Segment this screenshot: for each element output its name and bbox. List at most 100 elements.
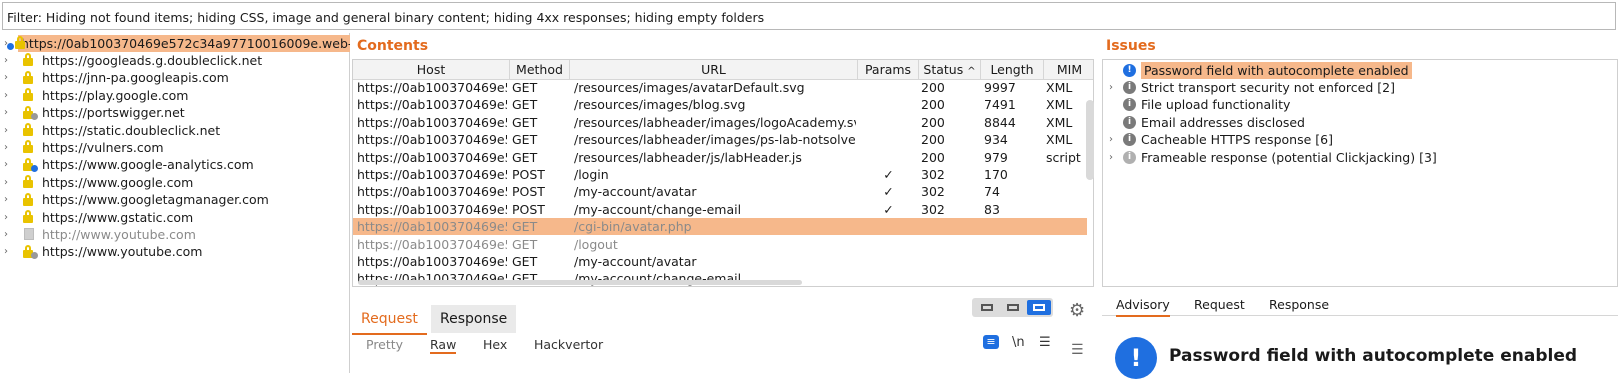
gear-icon[interactable]: ⚙ xyxy=(1069,300,1085,321)
tab-advisory-request[interactable]: Request xyxy=(1194,297,1245,312)
filter-bar[interactable]: Filter: Hiding not found items; hiding C… xyxy=(2,2,1616,30)
site-tree-item[interactable]: › https://static.doubleclick.net xyxy=(0,121,350,139)
cell-url: /resources/labheader/js/labHeader.js xyxy=(574,149,802,165)
issue-item[interactable]: i Email addresses disclosed xyxy=(1103,113,1618,131)
issues-panel: ! Password field with autocomplete enable… xyxy=(1102,59,1618,287)
column-mime[interactable]: MIM xyxy=(1044,60,1093,80)
chevron-right-icon[interactable]: › xyxy=(4,107,16,118)
table-row[interactable]: https://0ab100370469e5... GET/resources/i… xyxy=(353,96,1087,113)
table-row[interactable]: https://0ab100370469e5... GET/resources/l… xyxy=(353,149,1087,166)
issue-item[interactable]: › i Cacheable HTTPS response [6] xyxy=(1103,131,1618,149)
cell-method: GET xyxy=(512,219,538,235)
table-row[interactable]: https://0ab100370469e5... GET/resources/i… xyxy=(353,79,1087,96)
issue-item[interactable]: ! Password field with autocomplete enable… xyxy=(1103,61,1618,79)
chevron-right-icon[interactable]: › xyxy=(4,72,16,83)
site-tree-item[interactable]: › https://www.google.com xyxy=(0,173,350,191)
info-icon: ! xyxy=(1123,63,1136,77)
column-host[interactable]: Host xyxy=(353,60,510,80)
editor-menu-icon[interactable]: ☰ xyxy=(1039,335,1055,350)
issue-label: Strict transport security not enforced [… xyxy=(1141,79,1395,95)
column-method[interactable]: Method xyxy=(510,60,570,80)
table-row[interactable]: https://0ab100370469e5... POST/my-account… xyxy=(353,201,1087,218)
cell-status: 302 xyxy=(921,167,945,182)
cell-method: POST xyxy=(512,201,545,217)
cell-url: /resources/images/avatarDefault.svg xyxy=(574,80,805,95)
table-row[interactable]: https://0ab100370469e5... POST/my-account… xyxy=(353,183,1087,200)
cell-length: 9997 xyxy=(984,80,1016,95)
table-vertical-scrollbar[interactable] xyxy=(1086,100,1094,180)
chevron-right-icon[interactable]: › xyxy=(1109,134,1121,145)
chevron-right-icon[interactable]: › xyxy=(1109,152,1121,163)
table-row[interactable]: https://0ab100370469e5... GET/logout xyxy=(353,236,1087,253)
chevron-right-icon[interactable]: › xyxy=(4,212,16,223)
column-status[interactable]: Status ^ xyxy=(919,60,981,80)
site-tree-item[interactable]: › https://0ab100370469e572c34a97710016009… xyxy=(0,34,350,52)
table-row[interactable]: https://0ab100370469e5... GET/my-account/… xyxy=(353,253,1087,270)
show-newlines-button[interactable]: \n xyxy=(1012,335,1028,350)
site-map-tree: › https://0ab100370469e572c34a97710016009… xyxy=(0,33,350,373)
lock-icon xyxy=(22,53,38,67)
cell-url: /logout xyxy=(574,236,618,252)
chevron-right-icon[interactable]: › xyxy=(4,194,16,205)
cell-method: GET xyxy=(512,236,538,252)
tabs-layout-button[interactable] xyxy=(1027,300,1051,315)
column-url[interactable]: URL xyxy=(570,60,858,80)
issue-label: Frameable response (potential Clickjacki… xyxy=(1141,149,1437,165)
chevron-right-icon[interactable]: › xyxy=(4,246,16,257)
subtab-raw[interactable]: Raw xyxy=(430,337,457,354)
tab-advisory[interactable]: Advisory xyxy=(1116,297,1170,317)
chevron-right-icon[interactable]: › xyxy=(4,177,16,188)
site-tree-item[interactable]: › https://play.google.com xyxy=(0,86,350,104)
site-tree-item[interactable]: › https://www.gstatic.com xyxy=(0,208,350,226)
site-tree-item[interactable]: › http://www.youtube.com xyxy=(0,225,350,243)
site-tree-item[interactable]: › https://jnn-pa.googleapis.com xyxy=(0,69,350,87)
subtab-hex[interactable]: Hex xyxy=(483,337,507,352)
table-row[interactable]: https://0ab100370469e5... POST/login ✓ 302 1… xyxy=(353,166,1087,183)
table-row[interactable]: https://0ab100370469e5... GET/cgi-bin/ava… xyxy=(353,218,1087,236)
site-tree-item[interactable]: › https://googleads.g.doubleclick.net xyxy=(0,51,350,69)
issue-item[interactable]: › i Frameable response (potential Clickjac… xyxy=(1103,148,1618,166)
site-tree-item[interactable]: › https://www.youtube.com xyxy=(0,243,350,261)
issue-item[interactable]: › i Strict transport security not enforced… xyxy=(1103,78,1618,96)
column-status-label: Status xyxy=(923,62,964,77)
split-vertical-button[interactable] xyxy=(1001,300,1025,315)
split-horizontal-button[interactable] xyxy=(975,300,999,315)
tab-request[interactable]: Request xyxy=(352,305,427,335)
tab-advisory-response[interactable]: Response xyxy=(1269,297,1329,312)
chevron-right-icon[interactable]: › xyxy=(4,55,16,66)
table-horizontal-scrollbar[interactable] xyxy=(358,280,802,285)
table-row[interactable]: https://0ab100370469e5... GET/resources/l… xyxy=(353,131,1087,148)
tab-response[interactable]: Response xyxy=(431,305,517,333)
cell-mime: XML xyxy=(1046,97,1073,113)
site-tree-item[interactable]: › https://portswigger.net xyxy=(0,104,350,122)
column-length[interactable]: Length xyxy=(981,60,1044,80)
chevron-right-icon[interactable]: › xyxy=(4,229,16,240)
column-params[interactable]: Params xyxy=(858,60,919,80)
table-row[interactable]: https://0ab100370469e5... GET/resources/l… xyxy=(353,114,1087,131)
issue-label: Email addresses disclosed xyxy=(1141,114,1305,130)
cell-length: 8844 xyxy=(984,114,1016,130)
subtab-hackvertor[interactable]: Hackvertor xyxy=(534,337,603,352)
cell-host: https://0ab100370469e5... xyxy=(357,254,507,269)
layout-toggle-group xyxy=(972,298,1053,317)
word-wrap-icon[interactable]: ≡ xyxy=(983,335,999,349)
cell-host: https://0ab100370469e5... xyxy=(357,114,507,130)
menu-lines-icon[interactable]: ☰ xyxy=(1071,342,1084,358)
site-tree-item[interactable]: › https://vulners.com xyxy=(0,138,350,156)
cell-status: 200 xyxy=(921,97,945,113)
site-tree-label: https://vulners.com xyxy=(42,139,164,155)
cell-mime: XML xyxy=(1046,80,1073,95)
site-tree-item[interactable]: › https://www.google-analytics.com xyxy=(0,156,350,174)
chevron-right-icon[interactable]: › xyxy=(4,125,16,136)
advisory-tabs: Advisory Request Response xyxy=(1102,292,1618,317)
issue-label: File upload functionality xyxy=(1141,97,1291,113)
chevron-right-icon[interactable]: › xyxy=(4,90,16,101)
cell-status: 302 xyxy=(921,184,945,200)
chevron-right-icon[interactable]: › xyxy=(4,142,16,153)
chevron-right-icon[interactable]: › xyxy=(1109,82,1121,93)
chevron-right-icon[interactable]: › xyxy=(4,159,16,170)
lock-icon xyxy=(22,70,38,85)
issue-item[interactable]: i File upload functionality xyxy=(1103,96,1618,114)
site-tree-item[interactable]: › https://www.googletagmanager.com xyxy=(0,191,350,209)
subtab-pretty[interactable]: Pretty xyxy=(366,337,403,352)
